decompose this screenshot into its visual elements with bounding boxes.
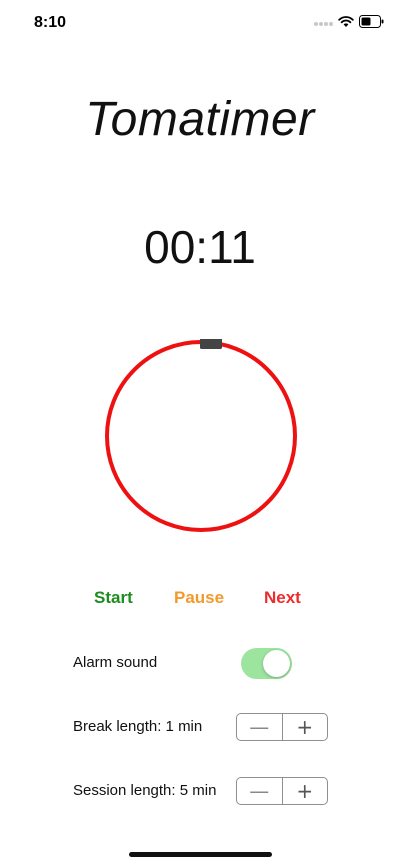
pause-button[interactable]: Pause <box>174 588 224 608</box>
battery-icon <box>359 15 384 28</box>
status-time: 8:10 <box>34 14 67 31</box>
status-bar: 8:10 <box>0 0 400 44</box>
next-button[interactable]: Next <box>264 588 301 608</box>
break-increment-button[interactable]: + <box>283 714 328 740</box>
signal-icon <box>314 22 333 26</box>
timer-display: 00:11 <box>144 221 256 273</box>
app-title: Tomatimer <box>85 93 315 146</box>
timer-dial <box>105 339 297 532</box>
alarm-sound-label: Alarm sound <box>73 654 158 671</box>
session-length-label: Session length: 5 min <box>73 782 217 799</box>
dial-handle <box>200 339 222 349</box>
break-length-stepper: — + <box>236 713 328 741</box>
session-decrement-button[interactable]: — <box>237 778 283 804</box>
start-button[interactable]: Start <box>94 588 133 608</box>
wifi-icon <box>338 16 354 27</box>
toggle-knob <box>263 650 290 677</box>
alarm-sound-toggle[interactable] <box>241 648 292 679</box>
break-length-label: Break length: 1 min <box>73 718 203 735</box>
session-increment-button[interactable]: + <box>283 778 328 804</box>
session-length-stepper: — + <box>236 777 328 805</box>
dial-ring <box>105 340 297 532</box>
break-decrement-button[interactable]: — <box>237 714 283 740</box>
home-indicator[interactable] <box>129 852 272 857</box>
timer-controls: Start Pause Next <box>0 588 400 612</box>
